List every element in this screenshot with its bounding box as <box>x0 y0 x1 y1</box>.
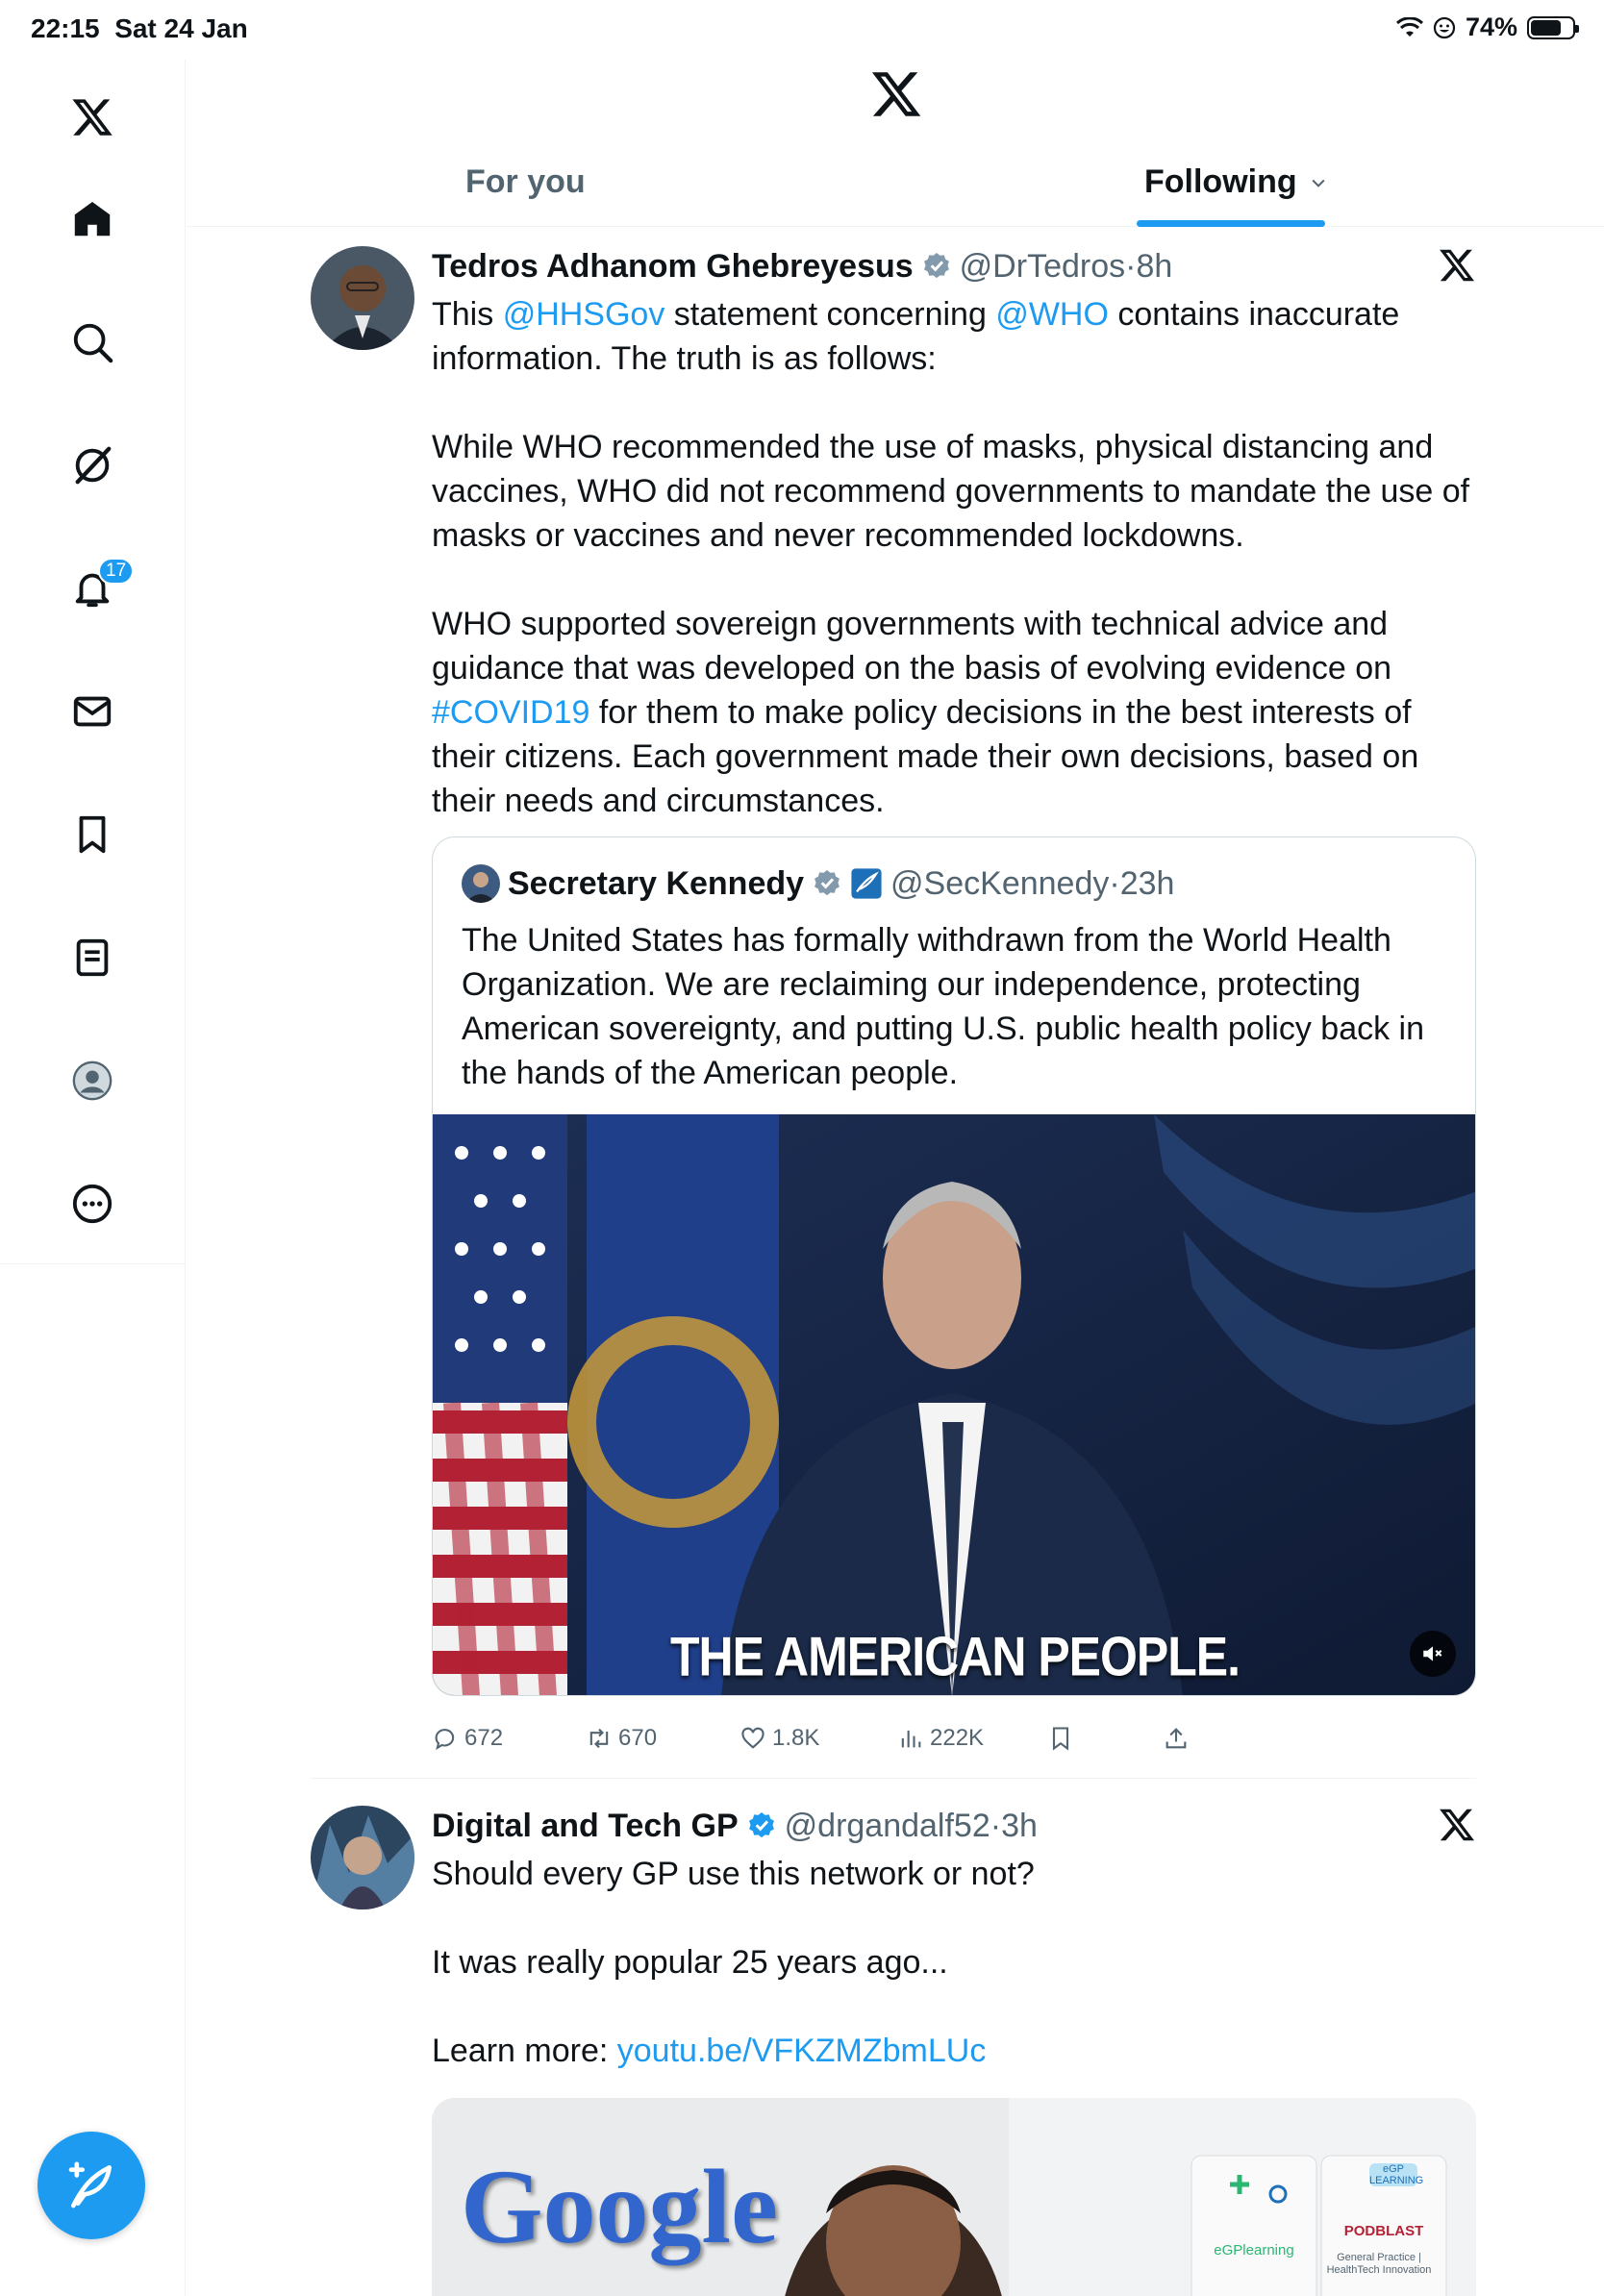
repost-icon <box>589 1728 609 1749</box>
x-logo-icon[interactable] <box>62 87 123 148</box>
sign-egp-learning: eGP LEARNING <box>1369 2163 1424 2186</box>
tweet-text: This @HHSGov statement concerning @WHO c… <box>432 292 1476 823</box>
tweet-actions: 672 670 1.8K 222K <box>432 1725 1240 1763</box>
tweet-time[interactable]: 8h <box>1136 248 1172 286</box>
reply-button[interactable]: 672 <box>432 1725 503 1752</box>
time-text: 22:15 <box>31 13 100 43</box>
date-text: Sat 24 Jan <box>114 13 248 43</box>
repost-button[interactable]: 670 <box>586 1725 657 1752</box>
timeline-header: For you Following <box>187 60 1604 227</box>
tweet[interactable]: Tedros Adhanom Ghebreyesus @DrTedros · 8… <box>311 246 1476 1775</box>
tab-active-indicator <box>1137 220 1325 227</box>
dot-separator: · <box>990 1807 1002 1844</box>
notification-badge: 17 <box>98 558 135 585</box>
sign-podblast: PODBLAST <box>1343 2223 1424 2239</box>
verified-badge-blue-icon <box>748 1812 774 1838</box>
bookmark-button[interactable] <box>1047 1725 1074 1752</box>
more-circle-icon[interactable] <box>62 1173 123 1235</box>
google-logo-text: Google <box>461 2148 778 2265</box>
sidebar: 17 <box>0 60 186 2296</box>
author-name: Secretary Kennedy <box>508 864 805 902</box>
status-bar: 22:15 Sat 24 Jan 74% <box>0 0 1604 60</box>
views-chart-icon <box>901 1730 921 1748</box>
avatar[interactable] <box>311 246 414 350</box>
heart-icon <box>741 1727 764 1749</box>
reply-count: 672 <box>464 1725 504 1751</box>
x-logo-icon <box>1440 1809 1475 1841</box>
author-name[interactable]: Tedros Adhanom Ghebreyesus <box>432 248 914 286</box>
battery-icon <box>1527 15 1579 39</box>
status-time: 22:15 Sat 24 Jan <box>31 13 248 44</box>
like-button[interactable]: 1.8K <box>739 1725 819 1752</box>
tweet-header: Tedros Adhanom Ghebreyesus @DrTedros · 8… <box>432 246 1476 287</box>
search-icon[interactable] <box>62 312 123 373</box>
hashtag-link[interactable]: #COVID19 <box>432 694 589 731</box>
x-logo-icon[interactable] <box>869 67 923 121</box>
quote-text: The United States has formally withdrawn… <box>462 922 1425 1091</box>
avatar[interactable] <box>311 1806 414 1909</box>
focus-smiley-icon <box>1433 16 1456 38</box>
video-thumbnail[interactable]: Google eGPlearning eGP LEARNING PODBLAST… <box>432 2098 1476 2296</box>
mute-button[interactable] <box>1410 1631 1456 1677</box>
tweet-text: Should every GP use this network or not?… <box>432 1852 1476 2073</box>
compose-feather-icon <box>68 2161 112 2209</box>
tab-following[interactable]: Following <box>1144 163 1328 201</box>
author-handle[interactable]: @DrTedros <box>960 248 1125 286</box>
views-button[interactable]: 222K <box>897 1725 984 1752</box>
quote-header: Secretary Kennedy @SecKennedy · 23h <box>462 864 1174 903</box>
view-count: 222K <box>930 1725 985 1751</box>
tweet-text-part: contains inaccurate information. The tru… <box>432 296 1470 686</box>
bookmark-icon <box>1052 1727 1069 1751</box>
share-button[interactable] <box>1163 1725 1190 1752</box>
author-handle: @SecKennedy <box>890 864 1110 902</box>
x-logo-icon <box>1440 249 1475 282</box>
tweet-separator <box>311 1778 1476 1779</box>
government-affiliation-icon <box>851 868 882 899</box>
home-icon[interactable] <box>62 188 123 250</box>
sign-egplearning: eGPlearning <box>1214 2242 1294 2259</box>
chevron-down-icon[interactable] <box>1309 173 1328 192</box>
mention-link[interactable]: @HHSGov <box>503 296 665 333</box>
wifi-icon <box>1395 16 1423 37</box>
sign-tagline: General Practice | HealthTech Innovation <box>1326 2252 1432 2276</box>
tab-following-label: Following <box>1144 163 1297 200</box>
lists-icon[interactable] <box>62 927 123 988</box>
grok-icon[interactable] <box>62 435 123 496</box>
author-handle[interactable]: @drgandalf52 <box>785 1808 990 1845</box>
tweet-text-part: statement concerning <box>664 296 996 333</box>
speaker-muted-icon <box>1423 1646 1442 1661</box>
reply-bubble-icon <box>435 1729 455 1751</box>
quoted-tweet[interactable]: Secretary Kennedy @SecKennedy · 23h The … <box>432 836 1476 1696</box>
tweet-body: Digital and Tech GP @drgandalf52 · 3h Sh… <box>432 1806 1476 2073</box>
tweet-header: Digital and Tech GP @drgandalf52 · 3h <box>432 1806 1476 1846</box>
tweet-text-part: This <box>432 296 503 333</box>
verified-badge-grey-icon <box>923 253 949 279</box>
author-name[interactable]: Digital and Tech GP <box>432 1808 739 1845</box>
dot-separator: · <box>1109 864 1120 902</box>
compose-button[interactable] <box>38 2132 145 2239</box>
tweet-time: 23h <box>1119 864 1175 902</box>
repost-count: 670 <box>618 1725 658 1751</box>
like-count: 1.8K <box>772 1725 820 1751</box>
tweet[interactable]: Digital and Tech GP @drgandalf52 · 3h Sh… <box>311 1806 1476 2296</box>
tab-for-you[interactable]: For you <box>465 163 586 201</box>
video-frame <box>433 1114 1475 1695</box>
avatar <box>462 864 500 903</box>
tweet-time[interactable]: 3h <box>1001 1808 1038 1845</box>
status-indicators: 74% <box>1395 12 1579 42</box>
profile-avatar-icon[interactable] <box>62 1050 123 1111</box>
messages-envelope-icon[interactable] <box>62 681 123 742</box>
bookmarks-icon[interactable] <box>62 804 123 865</box>
share-upload-icon <box>1165 1728 1187 1749</box>
mention-link[interactable]: @WHO <box>995 296 1109 333</box>
video-player[interactable]: THE AMERICAN PEOPLE. <box>433 1114 1475 1695</box>
sidebar-divider <box>0 1263 186 1264</box>
notifications-bell-icon[interactable]: 17 <box>62 558 135 619</box>
verified-badge-grey-icon <box>815 870 840 896</box>
dot-separator: · <box>1125 247 1137 285</box>
external-link[interactable]: youtu.be/VFKZMZbmLUc <box>617 2033 987 2069</box>
tweet-body: Tedros Adhanom Ghebreyesus @DrTedros · 8… <box>432 246 1476 823</box>
battery-percent: 74% <box>1465 12 1517 41</box>
video-caption: THE AMERICAN PEOPLE. <box>669 1625 1241 1688</box>
